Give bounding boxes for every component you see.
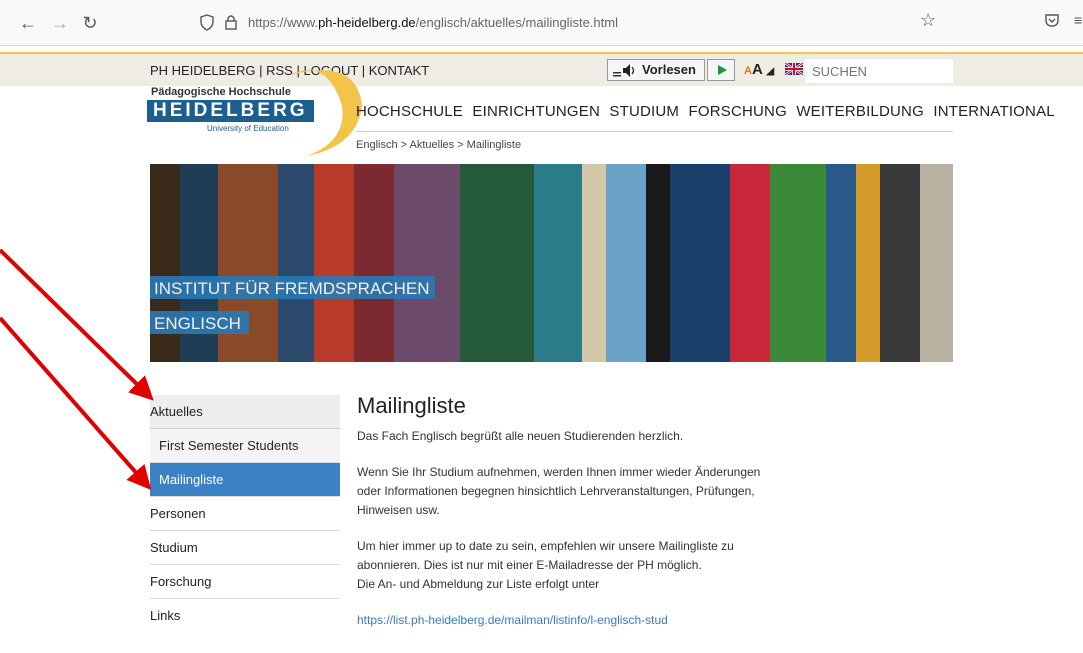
- logo-main-text: HEIDELBERG: [147, 100, 314, 122]
- main-content: Mailingliste Das Fach Englisch begrüßt a…: [357, 393, 777, 630]
- nav-hochschule[interactable]: HOCHSCHULE: [356, 103, 463, 120]
- sidebar-item-personen[interactable]: Personen: [150, 497, 340, 531]
- info-paragraph: Wenn Sie Ihr Studium aufnehmen, werden I…: [357, 465, 761, 517]
- book-spine: [770, 164, 826, 362]
- nav-international[interactable]: INTERNATIONAL: [933, 103, 1055, 120]
- signup-text: Die An- und Abmeldung zur Liste erfolgt …: [357, 577, 600, 591]
- sidebar-item-forschung[interactable]: Forschung: [150, 565, 340, 599]
- book-spine: [354, 164, 394, 362]
- mailing-list-link[interactable]: https://list.ph-heidelberg.de/mailman/li…: [357, 613, 668, 627]
- book-spine: [646, 164, 670, 362]
- book-spine: [534, 164, 582, 362]
- uk-flag-icon[interactable]: [785, 63, 803, 75]
- back-icon[interactable]: ←: [18, 14, 38, 32]
- banner-title: INSTITUT FÜR FREMDSPRACHEN: [150, 276, 436, 299]
- header-banner-image: INSTITUT FÜR FREMDSPRACHEN ENGLISCH: [150, 164, 953, 362]
- ph-heidelberg-logo[interactable]: Pädagogische Hochschule HEIDELBERG Unive…: [147, 70, 362, 156]
- vorlesen-button[interactable]: Vorlesen: [607, 59, 705, 81]
- book-spine: [920, 164, 953, 362]
- url-path: /englisch/aktuelles/mailingliste.html: [415, 15, 618, 30]
- sidebar-item-first-semester-students[interactable]: First Semester Students: [150, 429, 340, 463]
- shield-icon[interactable]: [200, 14, 214, 31]
- main-navigation: HOCHSCHULE EINRICHTUNGEN STUDIUM FORSCHU…: [356, 103, 1060, 120]
- sidebar-navigation: Aktuelles First Semester Students Mailin…: [150, 395, 340, 633]
- search-input[interactable]: [805, 59, 953, 83]
- browser-toolbar: ← → ↻ https://www.ph-heidelberg.de/engli…: [0, 0, 1083, 46]
- book-spine: [856, 164, 880, 362]
- sidebar-item-mailingliste[interactable]: Mailingliste: [150, 463, 340, 497]
- welcome-paragraph: Das Fach Englisch begrüßt alle neuen Stu…: [357, 429, 684, 443]
- bookmark-star-icon[interactable]: ☆: [920, 10, 936, 31]
- nav-divider: [356, 131, 953, 132]
- forward-icon[interactable]: →: [50, 14, 70, 32]
- nav-studium[interactable]: STUDIUM: [609, 103, 679, 120]
- speaker-icon: [613, 64, 635, 77]
- utility-bar: PH HEIDELBERG | RSS | LOGOUT | KONTAKT V…: [0, 52, 1083, 86]
- red-arrow-aktuelles: [0, 248, 154, 401]
- page-title: Mailingliste: [357, 393, 466, 418]
- reload-icon[interactable]: ↻: [80, 14, 100, 32]
- logo-top-text: Pädagogische Hochschule: [151, 86, 291, 98]
- book-spine: [670, 164, 730, 362]
- vorlesen-label: Vorlesen: [642, 62, 696, 77]
- nav-forschung[interactable]: FORSCHUNG: [688, 103, 786, 120]
- banner-subtitle: ENGLISCH: [150, 311, 249, 334]
- address-bar[interactable]: https://www.ph-heidelberg.de/englisch/ak…: [190, 8, 990, 38]
- nav-weiterbildung[interactable]: WEITERBILDUNG: [796, 103, 924, 120]
- url-domain: ph-heidelberg.de: [318, 15, 416, 30]
- util-link-kontakt[interactable]: KONTAKT: [369, 63, 429, 78]
- book-spine: [314, 164, 354, 362]
- sidebar-item-studium[interactable]: Studium: [150, 531, 340, 565]
- menu-icon[interactable]: ≡: [1074, 12, 1082, 28]
- breadcrumb[interactable]: Englisch > Aktuelles > Mailingliste: [356, 139, 521, 151]
- subscribe-paragraph: Um hier immer up to date zu sein, empfeh…: [357, 537, 777, 594]
- sidebar-item-links[interactable]: Links: [150, 599, 340, 633]
- lock-icon[interactable]: [224, 14, 238, 31]
- book-spine: [730, 164, 770, 362]
- book-spine: [460, 164, 534, 362]
- book-spine: [880, 164, 920, 362]
- book-spine: [826, 164, 856, 362]
- nav-einrichtungen[interactable]: EINRICHTUNGEN: [472, 103, 600, 120]
- logo-sub-text: University of Education: [207, 124, 289, 133]
- red-arrow-mailingliste: [0, 316, 152, 491]
- url-text[interactable]: https://www.ph-heidelberg.de/englisch/ak…: [248, 15, 618, 30]
- sidebar-item-aktuelles[interactable]: Aktuelles: [150, 395, 340, 429]
- font-size-toggle[interactable]: AA ◢: [744, 61, 774, 78]
- book-spine: [394, 164, 460, 362]
- pocket-icon[interactable]: [1044, 12, 1060, 28]
- subscribe-text: Um hier immer up to date zu sein, empfeh…: [357, 539, 734, 572]
- book-spine: [582, 164, 606, 362]
- book-spine: [606, 164, 646, 362]
- play-button[interactable]: [707, 59, 735, 81]
- book-spine: [278, 164, 314, 362]
- url-prefix: https://www.: [248, 15, 319, 30]
- util-link-ph-heidelberg[interactable]: PH HEIDELBERG: [150, 63, 255, 78]
